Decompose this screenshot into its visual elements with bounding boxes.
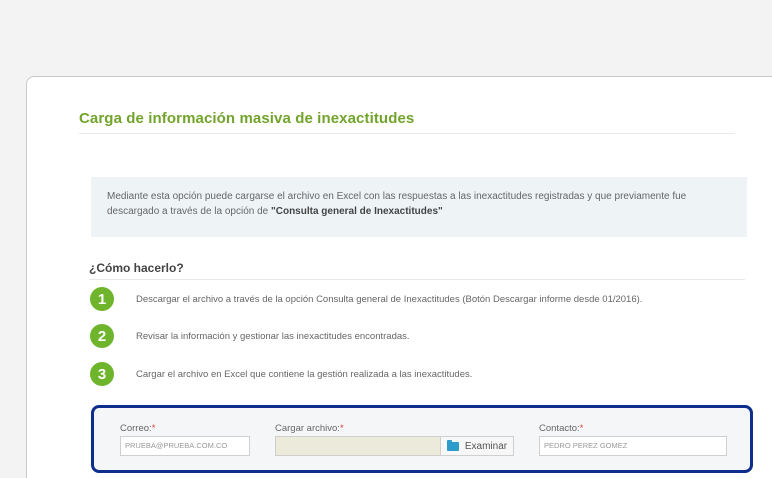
file-required-mark: * [339, 423, 344, 434]
how-to-heading: ¿Cómo hacerlo? [89, 261, 184, 275]
email-label: Correo:* [120, 423, 155, 434]
step-number-2-badge: 2 [90, 324, 114, 348]
step-1: 1 Descargar el archivo a través de la op… [90, 287, 642, 311]
browse-button-label: Examinar [464, 440, 508, 452]
step-3: 3 Cargar el archivo en Excel que contien… [90, 362, 472, 386]
step-3-text: Cargar el archivo en Excel que contiene … [136, 368, 473, 380]
step-number-1-badge: 1 [90, 287, 114, 311]
step-2: 2 Revisar la información y gestionar las… [90, 324, 410, 348]
title-divider [79, 133, 735, 134]
info-box: Mediante esta opción puede cargarse el a… [91, 177, 747, 237]
contact-field[interactable]: PEDRO PEREZ GOMEZ [539, 436, 727, 456]
browse-button[interactable]: Examinar [440, 436, 514, 456]
upload-form-highlight: Correo:* PRUEBA@PRUEBA.COM.CO Cargar arc… [91, 405, 753, 473]
info-link-text: "Consulta general de Inexactitudes" [271, 206, 443, 217]
upload-panel: Carga de información masiva de inexactit… [26, 76, 772, 478]
step-1-text: Descargar el archivo a través de la opci… [136, 293, 643, 305]
email-required-mark: * [151, 423, 156, 434]
contact-required-mark: * [579, 423, 584, 434]
email-field[interactable]: PRUEBA@PRUEBA.COM.CO [120, 436, 250, 456]
file-label-text: Cargar archivo: [275, 423, 340, 434]
step-2-text: Revisar la información y gestionar las i… [136, 330, 410, 342]
step-number-3-badge: 3 [90, 362, 114, 386]
email-label-text: Correo: [120, 423, 152, 434]
how-to-divider [89, 279, 745, 280]
file-path-input[interactable] [275, 436, 441, 456]
file-label: Cargar archivo:* [275, 423, 344, 434]
contact-label-text: Contacto: [539, 423, 580, 434]
panel-title: Carga de información masiva de inexactit… [79, 110, 415, 127]
contact-label: Contacto:* [539, 423, 583, 434]
folder-icon [446, 439, 459, 451]
